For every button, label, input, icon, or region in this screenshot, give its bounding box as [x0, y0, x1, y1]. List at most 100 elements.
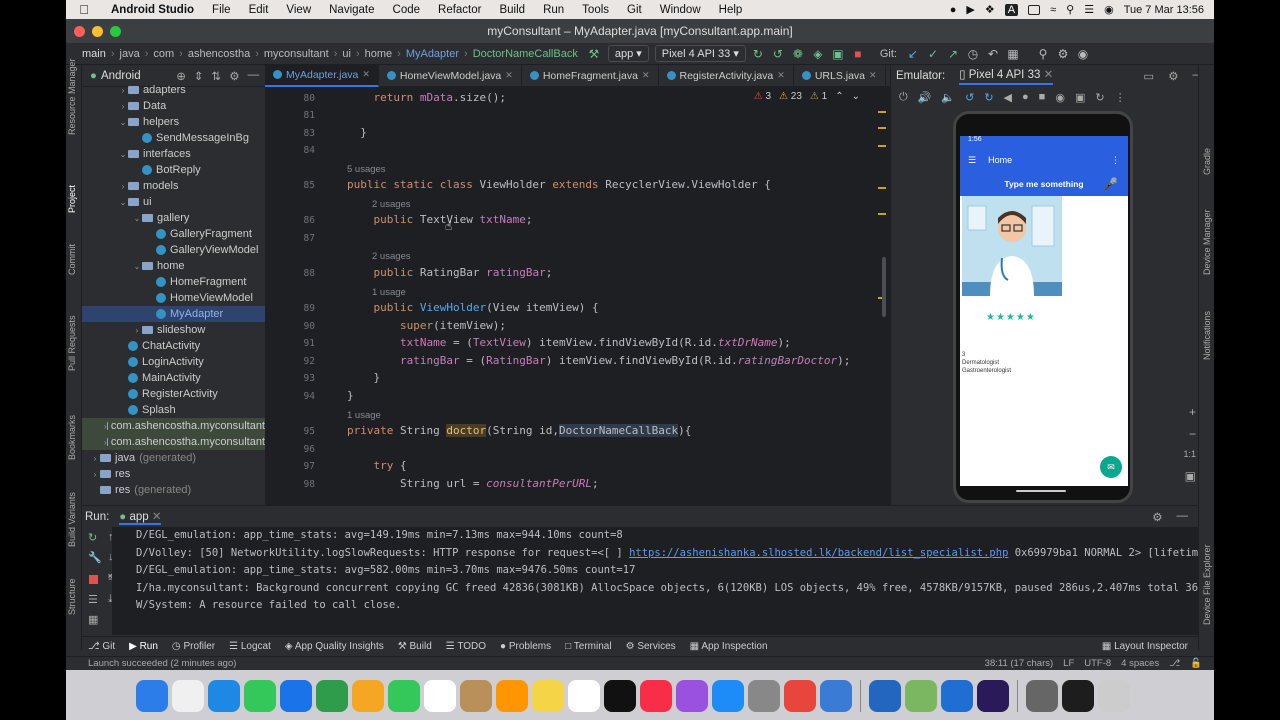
rotate-right-icon[interactable]: ↻ — [984, 91, 993, 104]
caret-position[interactable]: 38:11 (17 chars) — [985, 658, 1053, 669]
close-tab-icon[interactable]: ✕ — [1044, 69, 1054, 81]
vcs-branch-icon[interactable]: ⎇ — [1169, 658, 1180, 669]
dock-app-icon[interactable] — [1026, 680, 1058, 712]
tree-item[interactable]: ⌄ gallery — [82, 210, 265, 226]
expand-arrow-icon[interactable]: ⌄ — [118, 150, 128, 159]
app-inspection-tool-tab[interactable]: ▦ App Inspection — [690, 641, 768, 652]
breadcrumb-home[interactable]: home — [361, 48, 397, 60]
expand-arrow-icon[interactable]: › — [90, 470, 100, 479]
wifi-icon[interactable]: ≈ — [1050, 4, 1056, 16]
snapshot-icon[interactable]: ↻ — [1095, 91, 1104, 104]
menu-navigate[interactable]: Navigate — [320, 4, 383, 16]
screenrecord-icon[interactable]: ▣ — [1075, 91, 1085, 104]
close-tab-icon[interactable]: ✕ — [505, 70, 513, 81]
dock-app-icon[interactable] — [820, 680, 852, 712]
editor-tab[interactable]: MyAdapter.java ✕ — [265, 64, 379, 87]
tree-item[interactable]: ChatActivity — [82, 338, 265, 354]
record-icon[interactable]: ● — [950, 4, 957, 16]
menu-help[interactable]: Help — [710, 4, 752, 16]
dock-app-icon[interactable] — [676, 680, 708, 712]
inspection-widget[interactable]: ⚠ 3 ⚠ 23 ⚠ 1 ⌃ ⌄ — [754, 91, 860, 102]
dock-app-icon[interactable] — [352, 680, 384, 712]
lock-icon[interactable]: 🔓 — [1190, 658, 1202, 669]
tree-item[interactable]: GalleryViewModel — [82, 242, 265, 258]
project-view-dropdown[interactable]: Android — [101, 70, 141, 82]
git-update-icon[interactable]: ↙ — [905, 47, 921, 61]
usage-hint-text[interactable]: 1 usage — [372, 287, 406, 298]
git-history-icon[interactable]: ◷ — [965, 47, 981, 61]
tree-item[interactable]: › res — [82, 466, 265, 482]
dock-app-icon[interactable] — [388, 680, 420, 712]
dock-app-icon[interactable] — [316, 680, 348, 712]
editor-tab[interactable]: HomeViewModel.java ✕ — [379, 64, 522, 87]
editor-tab[interactable]: URLS.java ✕ — [794, 64, 886, 87]
build-hammer-icon[interactable]: ⚒ — [586, 47, 602, 61]
menu-git[interactable]: Git — [618, 4, 651, 16]
rerun-icon[interactable]: ↻ — [750, 47, 766, 61]
screenshot-icon[interactable]: ◉ — [1055, 91, 1065, 104]
close-tab-icon[interactable]: ✕ — [362, 69, 370, 80]
tree-item[interactable]: ⌄ ui — [82, 194, 265, 210]
profile-icon[interactable]: ◈ — [810, 47, 826, 61]
tree-item[interactable]: › models — [82, 178, 265, 194]
overview-icon[interactable]: ■ — [1039, 91, 1046, 103]
dock-app-icon[interactable] — [460, 680, 492, 712]
run-config-dropdown[interactable]: app ▾ — [607, 45, 649, 62]
status-message[interactable]: Launch succeeded (2 minutes ago) — [88, 658, 236, 669]
dock-app-icon[interactable] — [172, 680, 204, 712]
zoom-window-button[interactable] — [110, 26, 121, 37]
editor-scrollbar[interactable] — [876, 87, 890, 505]
usage-hint-text[interactable]: 5 usages — [347, 164, 386, 175]
project-tab[interactable]: Project — [67, 185, 77, 213]
dock-app-icon[interactable] — [208, 680, 240, 712]
usage-hint-text[interactable]: 2 usages — [372, 199, 411, 210]
expand-all-icon[interactable]: ⇕ — [194, 69, 204, 83]
run-tool-tab[interactable]: ▶ Run — [129, 641, 158, 652]
tree-item[interactable]: BotReply — [82, 162, 265, 178]
git-push-icon[interactable]: ↗ — [945, 47, 961, 61]
dock-app-icon[interactable] — [604, 680, 636, 712]
editor-tab[interactable]: HomeFragment.java ✕ — [522, 64, 659, 87]
tree-item[interactable]: LoginActivity — [82, 354, 265, 370]
keyboard-input-icon[interactable]: A — [1004, 3, 1019, 16]
device-dropdown[interactable]: Pixel 4 API 33 ▾ — [654, 45, 746, 62]
tree-item[interactable]: › com.ashencostha.myconsultant — [82, 418, 265, 434]
tree-item[interactable]: Splash — [82, 402, 265, 418]
expand-arrow-icon[interactable]: ⌄ — [132, 214, 142, 223]
zoom-actual-size[interactable]: 1:1 — [1183, 449, 1196, 459]
debug-icon[interactable]: ❁ — [790, 47, 806, 61]
tree-item[interactable]: res (generated) — [82, 482, 265, 498]
breadcrumb-myadapter[interactable]: MyAdapter — [402, 48, 463, 60]
file-encoding[interactable]: UTF-8 — [1084, 658, 1111, 669]
expand-arrow-icon[interactable]: › — [118, 102, 128, 111]
gesture-bar[interactable] — [1016, 490, 1066, 492]
emulator-settings-icon[interactable]: ⚙ — [1168, 69, 1178, 83]
hide-panel-icon[interactable]: — — [248, 69, 260, 83]
expand-arrow-icon[interactable]: › — [118, 86, 128, 95]
up-arrow-icon[interactable]: ⌃ — [835, 91, 843, 102]
build-tool-tab[interactable]: ⚒ Build — [398, 641, 432, 652]
panel-settings-icon[interactable]: ⚙ — [229, 69, 239, 83]
tree-item[interactable]: ⌄ home — [82, 258, 265, 274]
tree-item[interactable]: MyAdapter — [82, 306, 265, 322]
app-quality-tool-tab[interactable]: ◈ App Quality Insights — [285, 641, 384, 652]
minimize-window-button[interactable] — [92, 26, 103, 37]
zoom-in-icon[interactable]: + — [1189, 405, 1196, 419]
problems-tool-tab[interactable]: ● Problems — [500, 641, 551, 652]
dock-app-icon[interactable] — [280, 680, 312, 712]
dock-app-icon[interactable] — [640, 680, 672, 712]
close-tab-icon[interactable]: ✕ — [642, 70, 650, 81]
device-screen[interactable]: 1:56 ☰ Home ⋮ Type me something 🎤 ★★★★★ … — [960, 136, 1128, 486]
menu-build[interactable]: Build — [490, 4, 534, 16]
settings-gear-icon[interactable]: ⚙ — [1055, 47, 1071, 61]
menu-tools[interactable]: Tools — [573, 4, 618, 16]
volume-down-icon[interactable]: 🔈 — [941, 91, 955, 104]
expand-arrow-icon[interactable]: ⌄ — [118, 198, 128, 207]
stop-icon[interactable]: ■ — [850, 47, 866, 61]
pin-tab-icon[interactable]: ☰ — [88, 593, 98, 606]
tree-item[interactable]: GalleryFragment — [82, 226, 265, 242]
resource-manager-tab[interactable]: Resource Manager — [67, 58, 77, 135]
tree-item[interactable]: › adapters — [82, 82, 265, 98]
menu-edit[interactable]: Edit — [240, 4, 278, 16]
tree-item[interactable]: › Data — [82, 98, 265, 114]
